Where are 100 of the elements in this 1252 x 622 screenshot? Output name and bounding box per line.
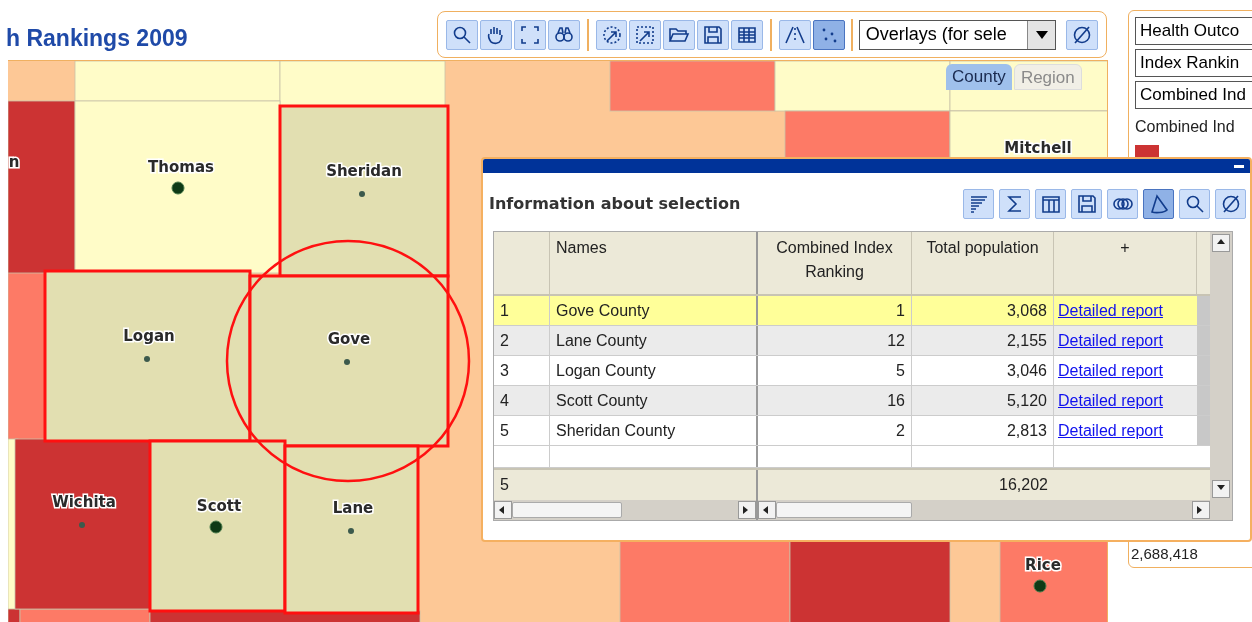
tool-button[interactable] xyxy=(812,19,845,50)
report-link[interactable]: Detailed report xyxy=(1058,422,1163,439)
report-link[interactable]: Detailed report xyxy=(1058,302,1163,319)
tool-button[interactable] xyxy=(547,19,580,50)
table-row[interactable]: 4 Scott County 16 5,120 Detailed report xyxy=(494,386,1211,416)
county-label: Mitchell xyxy=(1004,139,1072,157)
table-cell-text: 16,202 xyxy=(998,475,1049,495)
county-label: Scott xyxy=(196,497,242,515)
tool-button[interactable] xyxy=(1179,189,1210,219)
tool-button[interactable] xyxy=(479,19,512,50)
county-label: Lane xyxy=(332,499,374,517)
horizontal-scrollbar[interactable] xyxy=(494,500,758,520)
county-label: Logan xyxy=(123,327,175,345)
table-row[interactable]: 3 Logan County 5 3,046 Detailed report xyxy=(494,356,1211,386)
column-header[interactable]: Combined Index Ranking xyxy=(758,232,912,294)
table-cell: 3,046 xyxy=(912,356,1054,385)
select-circle-icon xyxy=(600,23,623,46)
table-cell: 2,155 xyxy=(912,326,1054,355)
tool-button[interactable] xyxy=(779,19,811,50)
caret-icon xyxy=(1035,30,1048,39)
columns-icon xyxy=(1039,193,1062,215)
vertical-scrollbar[interactable] xyxy=(1210,232,1232,520)
layer-dropdown[interactable]: Health Outco xyxy=(1135,17,1252,45)
extent-icon xyxy=(518,23,541,46)
table-cell: 2 xyxy=(494,326,550,355)
table-cell: 2,813 xyxy=(912,416,1054,445)
tool-button[interactable] xyxy=(999,189,1030,219)
town-icon xyxy=(359,191,365,197)
table-cell: 1 xyxy=(758,296,912,325)
overlays-dropdown[interactable]: Overlays (for sele xyxy=(858,19,1057,50)
scroll-arrow-button[interactable] xyxy=(1212,480,1231,498)
county-label: Wichita xyxy=(52,493,116,511)
report-link[interactable]: Detailed report xyxy=(1058,332,1163,349)
county-area[interactable] xyxy=(999,540,1107,622)
town-icon xyxy=(171,181,185,195)
town-icon xyxy=(1033,579,1047,593)
tool-button[interactable] xyxy=(513,19,546,50)
table-cell: 16 xyxy=(758,386,912,415)
town-icon xyxy=(144,356,150,362)
scroll-arrow-button[interactable] xyxy=(494,501,512,519)
table-row[interactable]: 1 Gove County 1 3,068 Detailed report xyxy=(494,296,1211,326)
scroll-thumb[interactable] xyxy=(512,502,622,518)
town-icon xyxy=(79,522,85,528)
town-icon xyxy=(348,528,354,534)
legend-title: Combined Ind xyxy=(1135,117,1236,137)
minimize-icon[interactable] xyxy=(1234,164,1244,168)
town-icon xyxy=(209,520,223,534)
table-cell: 2 xyxy=(758,416,912,445)
map-tab[interactable]: County xyxy=(946,64,1012,90)
table-row[interactable]: 2 Lane County 12 2,155 Detailed report xyxy=(494,326,1211,356)
tool-button[interactable] xyxy=(1215,189,1246,219)
column-header[interactable]: Names xyxy=(550,232,758,294)
table-cell: 5,120 xyxy=(912,386,1054,415)
layer-dropdown[interactable]: Index Rankin xyxy=(1135,49,1252,77)
tool-button[interactable] xyxy=(1071,189,1102,219)
table-cell: 4 xyxy=(494,386,550,415)
page-title: h Rankings 2009 xyxy=(6,27,188,50)
select-rect-icon xyxy=(634,23,657,46)
table-row[interactable]: 5 Sheridan County 2 2,813 Detailed report xyxy=(494,416,1211,446)
county-label: Rice xyxy=(1025,556,1061,574)
tool-button[interactable] xyxy=(629,19,662,50)
horizontal-scrollbar[interactable] xyxy=(758,500,1211,520)
tool-button[interactable] xyxy=(963,189,994,219)
table-cell: 5 xyxy=(494,416,550,445)
scroll-arrow-button[interactable] xyxy=(1212,234,1231,252)
column-header[interactable]: Total population xyxy=(912,232,1054,294)
table-cell-text: 5 xyxy=(499,475,510,495)
window-title: Information about selection xyxy=(489,193,741,215)
tool-button[interactable] xyxy=(1143,189,1174,219)
layer-dropdown[interactable]: Combined Ind xyxy=(1135,81,1252,109)
table-cell: 1 xyxy=(494,296,550,325)
save-icon xyxy=(1075,193,1098,215)
table-cell: 5 xyxy=(758,356,912,385)
selection-circle[interactable] xyxy=(225,239,471,483)
county-label: n xyxy=(8,153,20,171)
table-cell: 3,068 xyxy=(912,296,1054,325)
tool-button[interactable] xyxy=(1066,19,1098,50)
report-link[interactable]: Detailed report xyxy=(1058,362,1163,379)
tool-button[interactable] xyxy=(1107,189,1138,219)
column-header[interactable]: + xyxy=(1054,232,1197,294)
table-cell: 3 xyxy=(494,356,550,385)
tool-button[interactable] xyxy=(446,19,478,50)
scroll-thumb[interactable] xyxy=(776,502,912,518)
tool-button[interactable] xyxy=(663,19,696,50)
table-cell: 12 xyxy=(758,326,912,355)
tool-button[interactable] xyxy=(595,19,628,50)
scroll-arrow-button[interactable] xyxy=(738,501,756,519)
scroll-arrow-button[interactable] xyxy=(1192,501,1211,519)
county-label: Gove xyxy=(327,330,371,348)
town-icon xyxy=(344,359,350,365)
tool-button[interactable] xyxy=(697,19,730,50)
tool-button[interactable] xyxy=(1035,189,1066,219)
save-icon xyxy=(702,23,725,46)
county-label: Thomas xyxy=(148,158,214,176)
scroll-arrow-button[interactable] xyxy=(758,501,776,519)
legend-total: 2,688,418 xyxy=(1131,544,1198,564)
county-area[interactable] xyxy=(949,110,1107,159)
report-link[interactable]: Detailed report xyxy=(1058,392,1163,409)
tool-button[interactable] xyxy=(731,19,763,50)
county-label: Sheridan xyxy=(326,162,402,180)
